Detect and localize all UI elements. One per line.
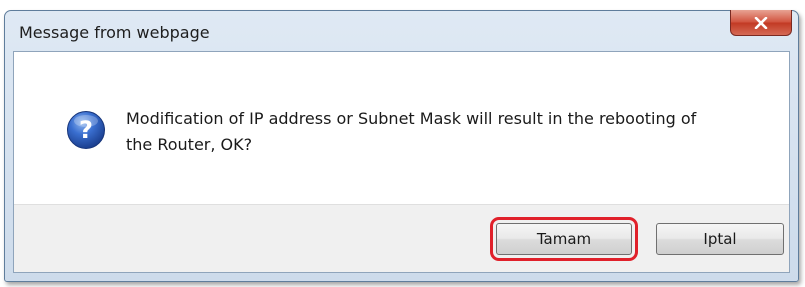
dialog-title: Message from webpage (19, 23, 210, 42)
question-icon: ? (67, 111, 105, 149)
close-icon (754, 16, 768, 29)
svg-text:?: ? (79, 116, 93, 144)
message-line-2: the Router, OK? (126, 135, 253, 154)
button-bar: Tamam Iptal (14, 204, 789, 272)
message-line-1: Modification of IP address or Subnet Mas… (126, 109, 697, 128)
message-area: ? Modification of IP address or Subnet M… (14, 52, 789, 204)
page: Message from webpage ? Modification of I… (0, 0, 805, 287)
ok-button[interactable]: Tamam (490, 217, 638, 261)
dialog-message: Modification of IP address or Subnet Mas… (126, 106, 766, 158)
message-dialog: Message from webpage ? Modification of I… (4, 10, 799, 282)
dialog-body: ? Modification of IP address or Subnet M… (13, 51, 790, 273)
cancel-button[interactable]: Iptal (656, 223, 784, 255)
close-button[interactable] (730, 10, 792, 36)
dialog-titlebar[interactable]: Message from webpage (5, 10, 798, 51)
